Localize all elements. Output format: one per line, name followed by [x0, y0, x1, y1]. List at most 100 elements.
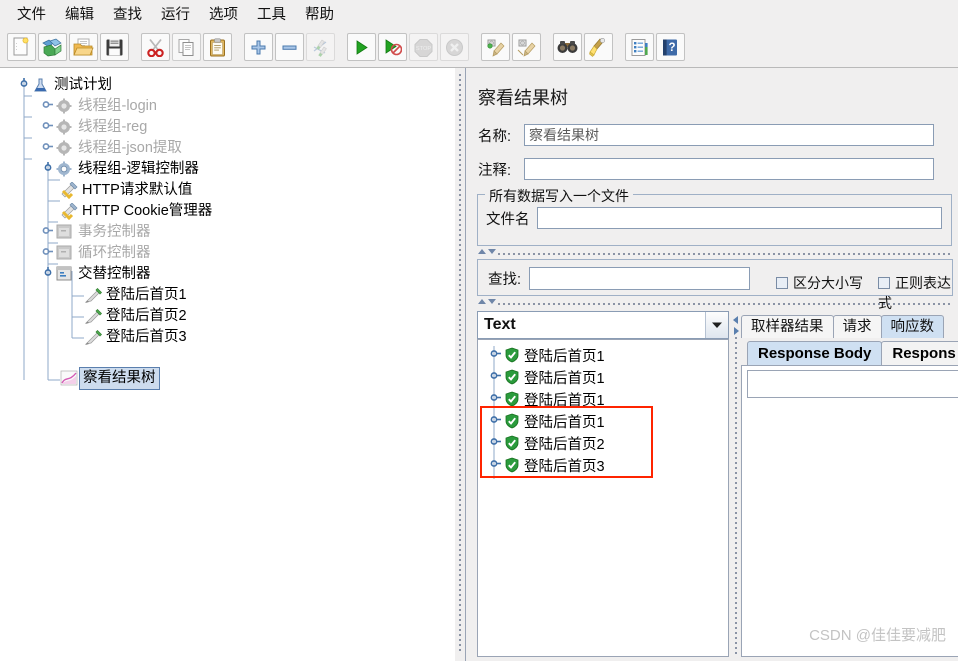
expand-handle-icon[interactable]: [42, 98, 55, 115]
tab-response-headers[interactable]: Respons: [881, 341, 958, 365]
success-shield-icon: [504, 391, 524, 407]
main-split-divider[interactable]: [455, 68, 465, 661]
shutdown-icon[interactable]: [440, 33, 469, 61]
help-book-icon[interactable]: ?: [656, 33, 685, 61]
result-list-item[interactable]: 登陆后首页1: [484, 366, 605, 388]
regex-checkbox[interactable]: 正则表达式: [878, 273, 952, 313]
tree-node-sampler-2[interactable]: 登陆后首页2: [84, 306, 187, 327]
expand-handle-icon[interactable]: [490, 369, 504, 385]
response-search-input[interactable]: [747, 370, 958, 398]
result-list-item[interactable]: 登陆后首页1: [484, 344, 605, 366]
tree-node-label: 线程组-reg: [78, 119, 148, 135]
menu-search[interactable]: 查找: [104, 0, 151, 27]
expand-all-icon[interactable]: [244, 33, 273, 61]
tab-request[interactable]: 请求: [832, 315, 882, 338]
comment-input[interactable]: [524, 158, 935, 180]
tree-node-http-cookie-manager[interactable]: HTTP Cookie管理器: [60, 201, 212, 222]
paste-icon[interactable]: [203, 33, 232, 61]
name-input[interactable]: [524, 124, 935, 146]
open-folder-icon[interactable]: [69, 33, 98, 61]
tree-node-label: HTTP请求默认值: [82, 182, 193, 198]
new-document-icon[interactable]: [7, 33, 36, 61]
split-up-arrow-icon[interactable]: [478, 299, 486, 304]
collapse-handle-icon[interactable]: [42, 266, 55, 283]
tree-node-interleave-controller[interactable]: 交替控制器: [42, 264, 151, 285]
tree-node-sampler-1[interactable]: 登陆后首页1: [84, 285, 187, 306]
filename-input[interactable]: [536, 207, 942, 229]
expand-handle-icon[interactable]: [490, 457, 504, 473]
menu-run[interactable]: 运行: [152, 0, 199, 27]
menu-help[interactable]: 帮助: [296, 0, 343, 27]
name-label: 名称:: [478, 128, 512, 145]
menu-options[interactable]: 选项: [200, 0, 247, 27]
tree-node-thread-group-logic-controller[interactable]: 线程组-逻辑控制器: [42, 159, 199, 180]
test-plan-tree-pane[interactable]: 测试计划 线程组-login 线程组-reg 线程组-json提取 线程组-逻辑…: [0, 68, 455, 661]
function-helper-icon[interactable]: [625, 33, 654, 61]
clear-all-icon[interactable]: [512, 33, 541, 61]
tree-node-thread-group-login[interactable]: 线程组-login: [42, 96, 157, 117]
success-shield-icon: [504, 347, 524, 363]
templates-icon[interactable]: [38, 33, 67, 61]
split-down-arrow-icon[interactable]: [488, 249, 496, 254]
result-list-item[interactable]: 登陆后首页2: [484, 432, 605, 454]
split-down-arrow-icon[interactable]: [488, 299, 496, 304]
save-icon[interactable]: [100, 33, 129, 61]
tree-node-label: 交替控制器: [78, 266, 151, 282]
tree-node-thread-group-json[interactable]: 线程组-json提取: [42, 138, 182, 159]
menu-file[interactable]: 文件: [8, 0, 55, 27]
expand-handle-icon[interactable]: [42, 245, 55, 262]
split-grip-dots: [459, 74, 461, 654]
tab-response-data[interactable]: 响应数: [880, 315, 944, 338]
stop-icon[interactable]: STOP: [409, 33, 438, 61]
chevron-down-icon[interactable]: [705, 312, 728, 338]
test-plan-tree[interactable]: 测试计划 线程组-login 线程组-reg 线程组-json提取 线程组-逻辑…: [0, 68, 455, 390]
result-list-item[interactable]: 登陆后首页3: [484, 454, 605, 476]
tab-response-body[interactable]: Response Body: [747, 341, 883, 365]
comment-label: 注释:: [478, 162, 512, 179]
panel-split-arrows[interactable]: [478, 249, 496, 254]
results-tabs-split-divider[interactable]: [731, 311, 741, 657]
controller-icon: [56, 224, 74, 241]
expand-handle-icon[interactable]: [18, 77, 31, 94]
expand-handle-icon[interactable]: [490, 435, 504, 451]
results-tree-list[interactable]: 登陆后首页1 登陆后首页1 登陆后首页1 登陆后首页1 登陆后首页2 登陆后首页…: [477, 339, 729, 657]
checkbox-box[interactable]: [776, 277, 788, 289]
start-icon[interactable]: [347, 33, 376, 61]
expand-handle-icon[interactable]: [490, 413, 504, 429]
collapse-all-icon[interactable]: [275, 33, 304, 61]
menu-tools[interactable]: 工具: [248, 0, 295, 27]
clear-icon[interactable]: [481, 33, 510, 61]
result-list-item[interactable]: 登陆后首页1: [484, 388, 605, 410]
expand-handle-icon[interactable]: [490, 391, 504, 407]
tree-node-http-request-defaults[interactable]: HTTP请求默认值: [60, 180, 192, 201]
tree-node-sampler-3[interactable]: 登陆后首页3: [84, 327, 187, 348]
expand-handle-icon[interactable]: [42, 119, 55, 136]
tree-node-loop-controller[interactable]: 循环控制器: [42, 243, 151, 264]
results-split-arrows[interactable]: [478, 299, 496, 304]
split-up-arrow-icon[interactable]: [478, 249, 486, 254]
tree-node-transaction-controller[interactable]: 事务控制器: [42, 222, 151, 243]
expand-handle-icon[interactable]: [42, 140, 55, 157]
result-list-item[interactable]: 登陆后首页1: [484, 410, 605, 432]
toggle-icon[interactable]: [306, 33, 335, 61]
tab-sampler-result[interactable]: 取样器结果: [741, 315, 834, 338]
search-input[interactable]: [529, 267, 751, 290]
expand-handle-icon[interactable]: [42, 224, 55, 241]
search-reset-broom-icon[interactable]: [584, 33, 613, 61]
renderer-combobox[interactable]: Text: [477, 311, 729, 339]
case-sensitive-checkbox[interactable]: 区分大小写: [776, 273, 863, 293]
tree-node-view-results-tree[interactable]: 察看结果树: [60, 367, 160, 390]
cut-icon[interactable]: [141, 33, 170, 61]
test-plan-icon: [32, 77, 50, 94]
collapse-handle-icon[interactable]: [42, 161, 55, 178]
tree-node-test-plan[interactable]: 测试计划: [18, 75, 112, 96]
copy-icon[interactable]: [172, 33, 201, 61]
checkbox-box[interactable]: [878, 277, 890, 289]
success-shield-icon: [504, 457, 524, 473]
expand-handle-icon[interactable]: [490, 347, 504, 363]
search-binoculars-icon[interactable]: [553, 33, 582, 61]
tree-node-thread-group-reg[interactable]: 线程组-reg: [42, 117, 147, 138]
start-no-pause-icon[interactable]: [378, 33, 407, 61]
write-all-data-group-title: 所有数据写入一个文件: [485, 186, 633, 206]
menu-edit[interactable]: 编辑: [56, 0, 103, 27]
